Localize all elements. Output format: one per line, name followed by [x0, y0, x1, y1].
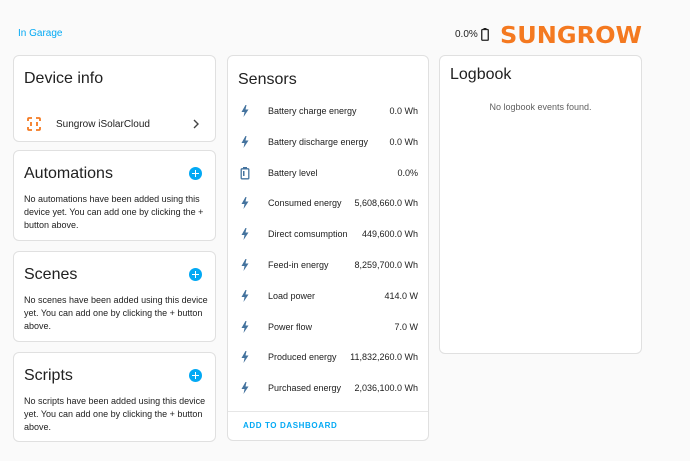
automations-title: Automations — [24, 165, 113, 182]
scripts-title: Scripts — [24, 367, 73, 384]
sensor-value: 449,600.0 Wh — [361, 229, 418, 240]
sensor-row[interactable]: Battery level 0.0% — [228, 163, 428, 183]
sensor-name: Power flow — [268, 321, 313, 332]
sensor-value: 5,608,660.0 Wh — [354, 198, 418, 209]
sensor-value: 8,259,700.0 Wh — [354, 260, 418, 270]
logbook-empty-text: No logbook events found. — [489, 102, 592, 112]
sensors-title: Sensors — [238, 71, 297, 88]
battery-icon — [240, 166, 250, 180]
sensor-name: Consumed energy — [268, 198, 342, 209]
automations-card: Automations No automations have been add… — [13, 150, 216, 241]
sensor-name: Battery discharge energy — [268, 136, 369, 147]
svg-text:SUNGROW: SUNGROW — [500, 23, 642, 47]
sungrow-integration-icon — [27, 117, 41, 131]
chevron-right-icon — [193, 119, 199, 129]
sensor-value: 0.0% — [397, 167, 418, 178]
flash-icon — [241, 320, 249, 333]
card-divider — [228, 411, 428, 412]
battery-status: 0.0% — [455, 28, 489, 41]
sensor-row[interactable]: Direct comsumption 449,600.0 Wh — [228, 224, 428, 244]
sensor-row[interactable]: Battery charge energy 0.0 Wh — [228, 101, 428, 121]
flash-icon — [241, 382, 249, 395]
flash-icon — [241, 228, 249, 241]
sensor-name: Battery level — [268, 167, 318, 178]
area-link[interactable]: In Garage — [18, 28, 62, 39]
device-info-title: Device info — [24, 70, 104, 87]
logbook-title: Logbook — [450, 66, 512, 83]
sensor-row[interactable]: Power flow 7.0 W — [228, 317, 428, 337]
sensor-name: Direct comsumption — [268, 229, 348, 240]
sensor-value: 7.0 W — [394, 321, 418, 332]
add-automation-button[interactable] — [189, 167, 202, 180]
add-to-dashboard-button[interactable]: ADD TO DASHBOARD — [243, 421, 337, 430]
flash-icon — [241, 197, 249, 210]
sensor-value: 414.0 W — [384, 290, 418, 301]
add-script-button[interactable] — [189, 369, 202, 382]
sensor-row[interactable]: Consumed energy 5,608,660.0 Wh — [228, 193, 428, 213]
sensor-name: Battery charge energy — [268, 106, 357, 116]
integration-name: Sungrow iSolarCloud — [56, 118, 150, 130]
sensor-row[interactable]: Purchased energy 2,036,100.0 Wh — [228, 378, 428, 398]
automations-empty-text: No automations have been added using thi… — [24, 194, 204, 230]
sensor-value: 11,832,260.0 Wh — [350, 352, 418, 363]
sensor-name: Feed-in energy — [268, 260, 329, 270]
battery-icon — [480, 28, 489, 41]
device-info-card: Device info Sungrow iSolarCloud — [13, 55, 216, 142]
add-scene-button[interactable] — [189, 268, 202, 281]
scenes-title: Scenes — [24, 266, 78, 283]
sensor-name: Produced energy — [268, 352, 337, 363]
scripts-empty-text: No scripts have been added using this de… — [24, 396, 206, 432]
sensor-row[interactable]: Battery discharge energy 0.0 Wh — [228, 132, 428, 152]
sensor-row[interactable]: Feed-in energy 8,259,700.0 Wh — [228, 255, 428, 275]
flash-icon — [241, 105, 249, 117]
integration-link[interactable]: Sungrow iSolarCloud — [14, 113, 215, 135]
scenes-empty-text: No scenes have been added using this dev… — [24, 295, 208, 331]
sensor-row[interactable]: Load power 414.0 W — [228, 286, 428, 306]
logbook-card: Logbook No logbook events found. — [439, 55, 642, 354]
flash-icon — [241, 259, 249, 271]
flash-icon — [241, 135, 249, 148]
sensor-name: Load power — [268, 290, 316, 301]
flash-icon — [241, 351, 249, 364]
sensor-value: 0.0 Wh — [389, 136, 418, 147]
sensor-value: 0.0 Wh — [389, 106, 418, 116]
sensor-value: 2,036,100.0 Wh — [354, 383, 418, 394]
sensor-name: Purchased energy — [268, 383, 342, 394]
scripts-card: Scripts No scripts have been added using… — [13, 352, 216, 442]
scenes-card: Scenes No scenes have been added using t… — [13, 251, 216, 342]
sensor-row[interactable]: Produced energy 11,832,260.0 Wh — [228, 347, 428, 367]
flash-icon — [241, 289, 249, 302]
battery-level-text: 0.0% — [455, 29, 478, 40]
sungrow-logo: SUNGROW — [500, 23, 642, 47]
sensors-card: Sensors Battery charge energy 0.0 Wh Batte… — [227, 55, 429, 441]
